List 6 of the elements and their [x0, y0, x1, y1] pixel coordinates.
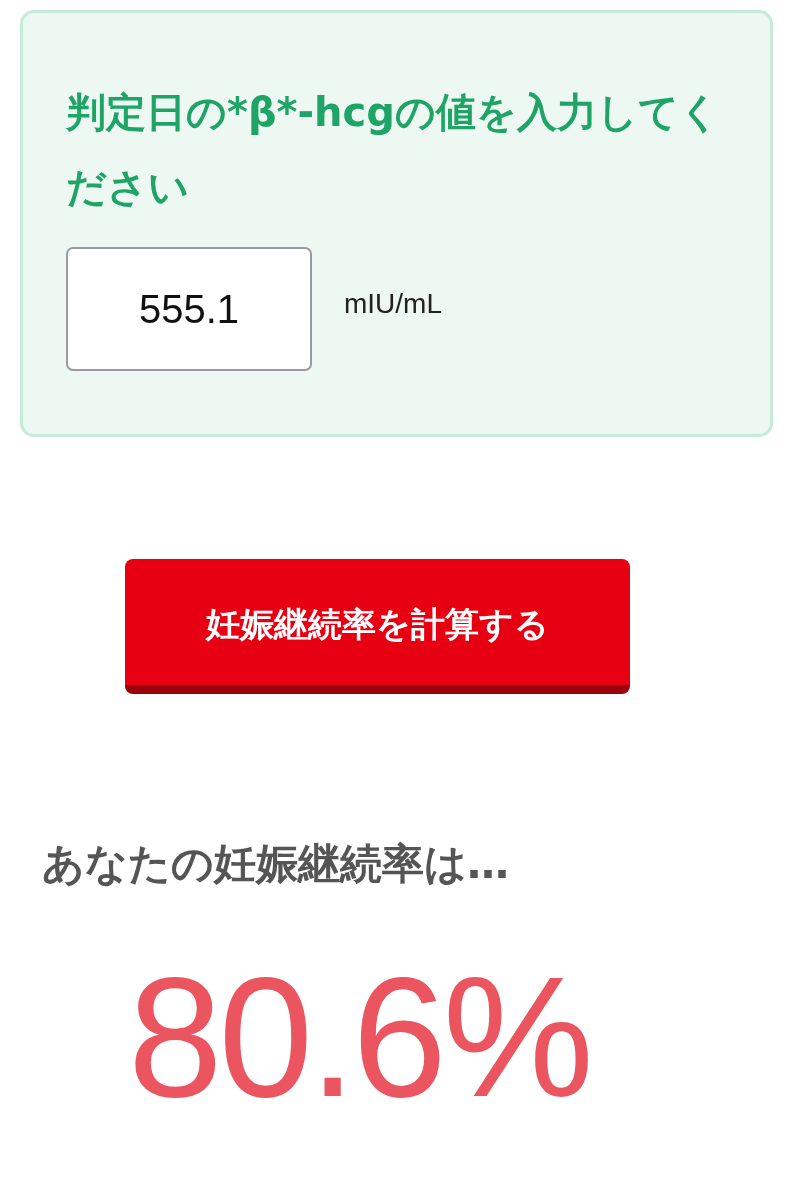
result-heading: あなたの妊娠継続率は… — [42, 838, 510, 890]
hcg-input-field[interactable]: 555.1 — [66, 247, 312, 371]
card-title: 判定日の*β*-hcgの値を入力してください — [66, 88, 721, 212]
result-value: 80.6% — [128, 952, 592, 1122]
calculate-button[interactable]: 妊娠継続率を計算する — [124, 559, 630, 694]
unit-label: mIU/mL — [344, 288, 442, 320]
